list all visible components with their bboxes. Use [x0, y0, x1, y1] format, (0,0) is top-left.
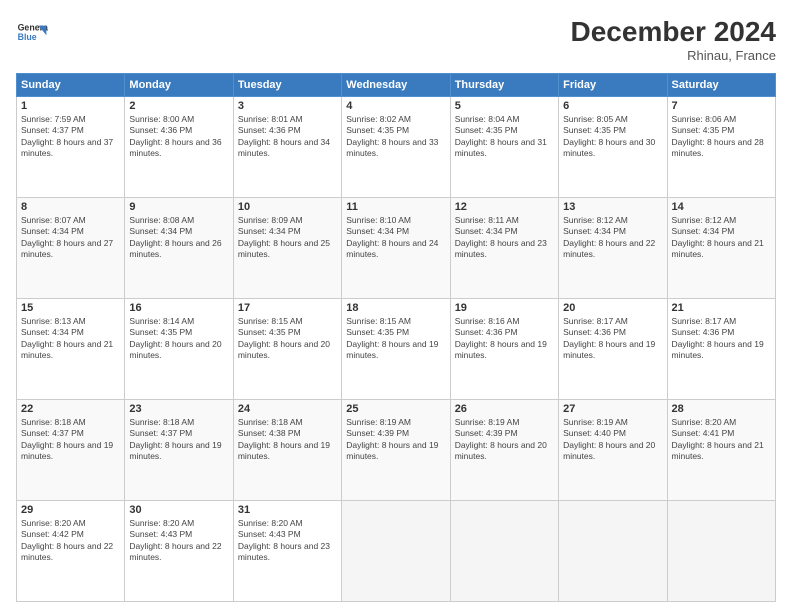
table-row: 8Sunrise: 8:07 AMSunset: 4:34 PMDaylight…	[17, 198, 125, 299]
table-row: 4Sunrise: 8:02 AMSunset: 4:35 PMDaylight…	[342, 97, 450, 198]
location-subtitle: Rhinau, France	[571, 48, 776, 63]
table-row: 24Sunrise: 8:18 AMSunset: 4:38 PMDayligh…	[233, 400, 341, 501]
table-row	[667, 501, 775, 602]
table-row: 14Sunrise: 8:12 AMSunset: 4:34 PMDayligh…	[667, 198, 775, 299]
table-row	[559, 501, 667, 602]
table-row: 18Sunrise: 8:15 AMSunset: 4:35 PMDayligh…	[342, 299, 450, 400]
table-row: 15Sunrise: 8:13 AMSunset: 4:34 PMDayligh…	[17, 299, 125, 400]
table-row: 7Sunrise: 8:06 AMSunset: 4:35 PMDaylight…	[667, 97, 775, 198]
svg-text:Blue: Blue	[18, 32, 37, 42]
calendar-table: Sunday Monday Tuesday Wednesday Thursday…	[16, 73, 776, 602]
table-row: 13Sunrise: 8:12 AMSunset: 4:34 PMDayligh…	[559, 198, 667, 299]
table-row: 19Sunrise: 8:16 AMSunset: 4:36 PMDayligh…	[450, 299, 558, 400]
col-sunday: Sunday	[17, 74, 125, 97]
table-row: 21Sunrise: 8:17 AMSunset: 4:36 PMDayligh…	[667, 299, 775, 400]
table-row: 22Sunrise: 8:18 AMSunset: 4:37 PMDayligh…	[17, 400, 125, 501]
header-row: Sunday Monday Tuesday Wednesday Thursday…	[17, 74, 776, 97]
table-row: 2Sunrise: 8:00 AMSunset: 4:36 PMDaylight…	[125, 97, 233, 198]
table-row: 23Sunrise: 8:18 AMSunset: 4:37 PMDayligh…	[125, 400, 233, 501]
table-row: 29Sunrise: 8:20 AMSunset: 4:42 PMDayligh…	[17, 501, 125, 602]
table-row: 20Sunrise: 8:17 AMSunset: 4:36 PMDayligh…	[559, 299, 667, 400]
table-row: 12Sunrise: 8:11 AMSunset: 4:34 PMDayligh…	[450, 198, 558, 299]
table-row: 26Sunrise: 8:19 AMSunset: 4:39 PMDayligh…	[450, 400, 558, 501]
table-row: 30Sunrise: 8:20 AMSunset: 4:43 PMDayligh…	[125, 501, 233, 602]
col-monday: Monday	[125, 74, 233, 97]
table-row	[450, 501, 558, 602]
table-row: 1Sunrise: 7:59 AMSunset: 4:37 PMDaylight…	[17, 97, 125, 198]
header: General Blue December 2024 Rhinau, Franc…	[16, 16, 776, 63]
col-friday: Friday	[559, 74, 667, 97]
month-title: December 2024	[571, 16, 776, 48]
logo: General Blue	[16, 16, 48, 48]
table-row: 11Sunrise: 8:10 AMSunset: 4:34 PMDayligh…	[342, 198, 450, 299]
logo-icon: General Blue	[16, 16, 48, 48]
table-row: 31Sunrise: 8:20 AMSunset: 4:43 PMDayligh…	[233, 501, 341, 602]
table-row: 27Sunrise: 8:19 AMSunset: 4:40 PMDayligh…	[559, 400, 667, 501]
table-row: 6Sunrise: 8:05 AMSunset: 4:35 PMDaylight…	[559, 97, 667, 198]
table-row: 3Sunrise: 8:01 AMSunset: 4:36 PMDaylight…	[233, 97, 341, 198]
col-saturday: Saturday	[667, 74, 775, 97]
table-row: 28Sunrise: 8:20 AMSunset: 4:41 PMDayligh…	[667, 400, 775, 501]
page: General Blue December 2024 Rhinau, Franc…	[0, 0, 792, 612]
col-tuesday: Tuesday	[233, 74, 341, 97]
table-row: 25Sunrise: 8:19 AMSunset: 4:39 PMDayligh…	[342, 400, 450, 501]
table-row: 9Sunrise: 8:08 AMSunset: 4:34 PMDaylight…	[125, 198, 233, 299]
table-row: 5Sunrise: 8:04 AMSunset: 4:35 PMDaylight…	[450, 97, 558, 198]
table-row: 16Sunrise: 8:14 AMSunset: 4:35 PMDayligh…	[125, 299, 233, 400]
col-wednesday: Wednesday	[342, 74, 450, 97]
title-block: December 2024 Rhinau, France	[571, 16, 776, 63]
table-row: 10Sunrise: 8:09 AMSunset: 4:34 PMDayligh…	[233, 198, 341, 299]
table-row: 17Sunrise: 8:15 AMSunset: 4:35 PMDayligh…	[233, 299, 341, 400]
col-thursday: Thursday	[450, 74, 558, 97]
table-row	[342, 501, 450, 602]
